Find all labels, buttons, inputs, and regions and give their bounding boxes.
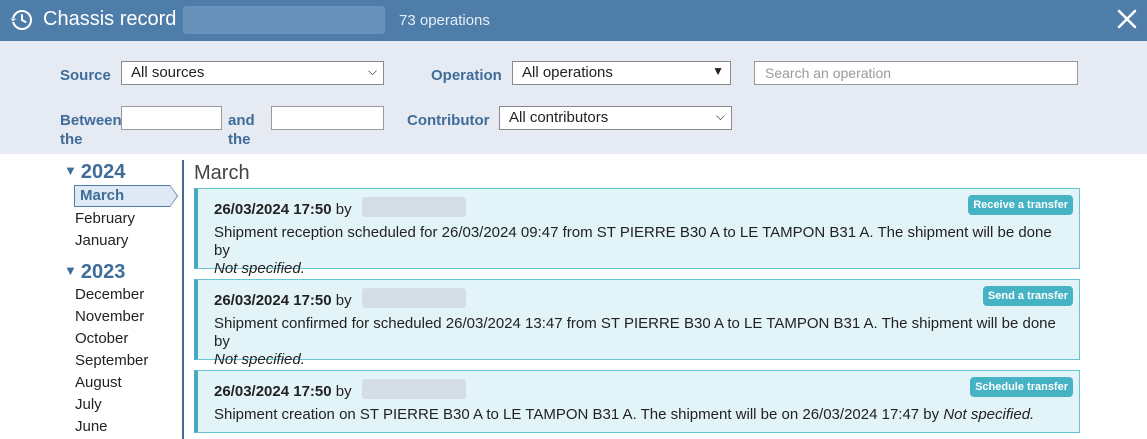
search-placeholder: Search an operation xyxy=(765,65,892,81)
by-label: by xyxy=(335,201,352,218)
redacted-chassis-id xyxy=(183,6,385,34)
title-bar: Chassis record 73 operations xyxy=(0,0,1147,41)
operations-count: 73 operations xyxy=(399,12,490,29)
by-label: by xyxy=(335,292,352,309)
operation-text: Shipment confirmed for scheduled 26/03/2… xyxy=(214,315,1056,350)
year-label: 2023 xyxy=(80,261,126,283)
operation-text: Shipment creation on ST PIERRE B30 A to … xyxy=(214,406,940,423)
active-pointer-fill xyxy=(170,186,177,206)
operation-select[interactable]: All operations ▼ xyxy=(512,61,731,85)
chevron-down-icon: ⌵ xyxy=(367,64,377,78)
by-label: by xyxy=(335,383,352,400)
redacted-contributor xyxy=(362,197,466,217)
operation-meta: 26/03/2024 17:50 by xyxy=(214,383,352,400)
sidebar-month-june[interactable]: June xyxy=(75,418,108,435)
source-select-value: All sources xyxy=(131,64,205,81)
sidebar-month-august[interactable]: August xyxy=(75,374,122,391)
sidebar-month-march[interactable]: March xyxy=(74,185,178,207)
operation-meta: 26/03/2024 17:50 by xyxy=(214,292,352,309)
year-2023-toggle[interactable]: ▼ 2023 xyxy=(64,261,125,284)
year-2024-toggle[interactable]: ▼ 2024 xyxy=(64,161,125,184)
operation-label: Operation xyxy=(431,67,502,84)
contributor-select-value: All contributors xyxy=(509,109,609,126)
contributor-label: Contributor xyxy=(407,112,490,129)
operation-meta: 26/03/2024 17:50 by xyxy=(214,201,352,218)
operation-description: Shipment reception scheduled for 26/03/2… xyxy=(214,224,1071,278)
not-specified-label: Not specified. xyxy=(943,406,1035,423)
operation-type-badge[interactable]: Schedule transfer xyxy=(970,377,1073,397)
operation-datetime: 26/03/2024 17:50 xyxy=(214,201,332,218)
contributor-select[interactable]: All contributors ⌵ xyxy=(499,106,732,130)
operation-description: Shipment confirmed for scheduled 26/03/2… xyxy=(214,315,1071,369)
sidebar-month-september[interactable]: September xyxy=(75,352,148,369)
and-label-line2: the xyxy=(228,131,251,148)
sidebar-month-february[interactable]: February xyxy=(75,210,135,227)
between-label-line1: Between xyxy=(60,112,122,129)
date-from-input[interactable] xyxy=(121,106,222,130)
page-title: Chassis record xyxy=(43,8,177,30)
not-specified-label: Not specified. xyxy=(214,260,305,277)
year-label: 2024 xyxy=(80,161,126,183)
close-icon[interactable] xyxy=(1116,8,1138,30)
month-label: March xyxy=(80,187,125,204)
operation-description: Shipment creation on ST PIERRE B30 A to … xyxy=(214,406,1071,424)
source-select[interactable]: All sources ⌵ xyxy=(121,61,384,85)
search-input[interactable]: Search an operation xyxy=(754,61,1078,85)
sidebar-month-december[interactable]: December xyxy=(75,286,144,303)
operation-text: Shipment reception scheduled for 26/03/2… xyxy=(214,224,1052,259)
chevron-down-icon: ⌵ xyxy=(715,109,725,123)
sidebar-month-january[interactable]: January xyxy=(75,232,128,249)
expand-triangle-icon: ▼ xyxy=(64,163,77,178)
operation-type-badge[interactable]: Receive a transfer xyxy=(968,195,1073,215)
operation-select-value: All operations xyxy=(522,64,613,81)
redacted-contributor xyxy=(362,288,466,308)
chevron-down-icon: ▼ xyxy=(712,64,724,78)
operation-card: 26/03/2024 17:50 by Schedule transfer Sh… xyxy=(194,370,1080,433)
and-label-line1: and xyxy=(228,112,255,129)
month-heading: March xyxy=(194,162,250,184)
operation-datetime: 26/03/2024 17:50 xyxy=(214,292,332,309)
source-label: Source xyxy=(60,67,111,84)
not-specified-label: Not specified. xyxy=(214,351,305,368)
redacted-contributor xyxy=(362,379,466,399)
between-label-line2: the xyxy=(60,131,83,148)
sidebar-month-october[interactable]: October xyxy=(75,330,128,347)
operation-card: 26/03/2024 17:50 by Send a transfer Ship… xyxy=(194,279,1080,368)
timeline-divider xyxy=(182,160,184,439)
operation-datetime: 26/03/2024 17:50 xyxy=(214,383,332,400)
expand-triangle-icon: ▼ xyxy=(64,263,77,278)
filter-panel xyxy=(0,41,1147,154)
operation-card: 26/03/2024 17:50 by Receive a transfer S… xyxy=(194,188,1080,277)
operation-type-badge[interactable]: Send a transfer xyxy=(982,286,1073,306)
history-icon xyxy=(10,10,32,30)
sidebar-month-july[interactable]: July xyxy=(75,396,102,413)
sidebar-month-november[interactable]: November xyxy=(75,308,144,325)
date-to-input[interactable] xyxy=(271,106,384,130)
